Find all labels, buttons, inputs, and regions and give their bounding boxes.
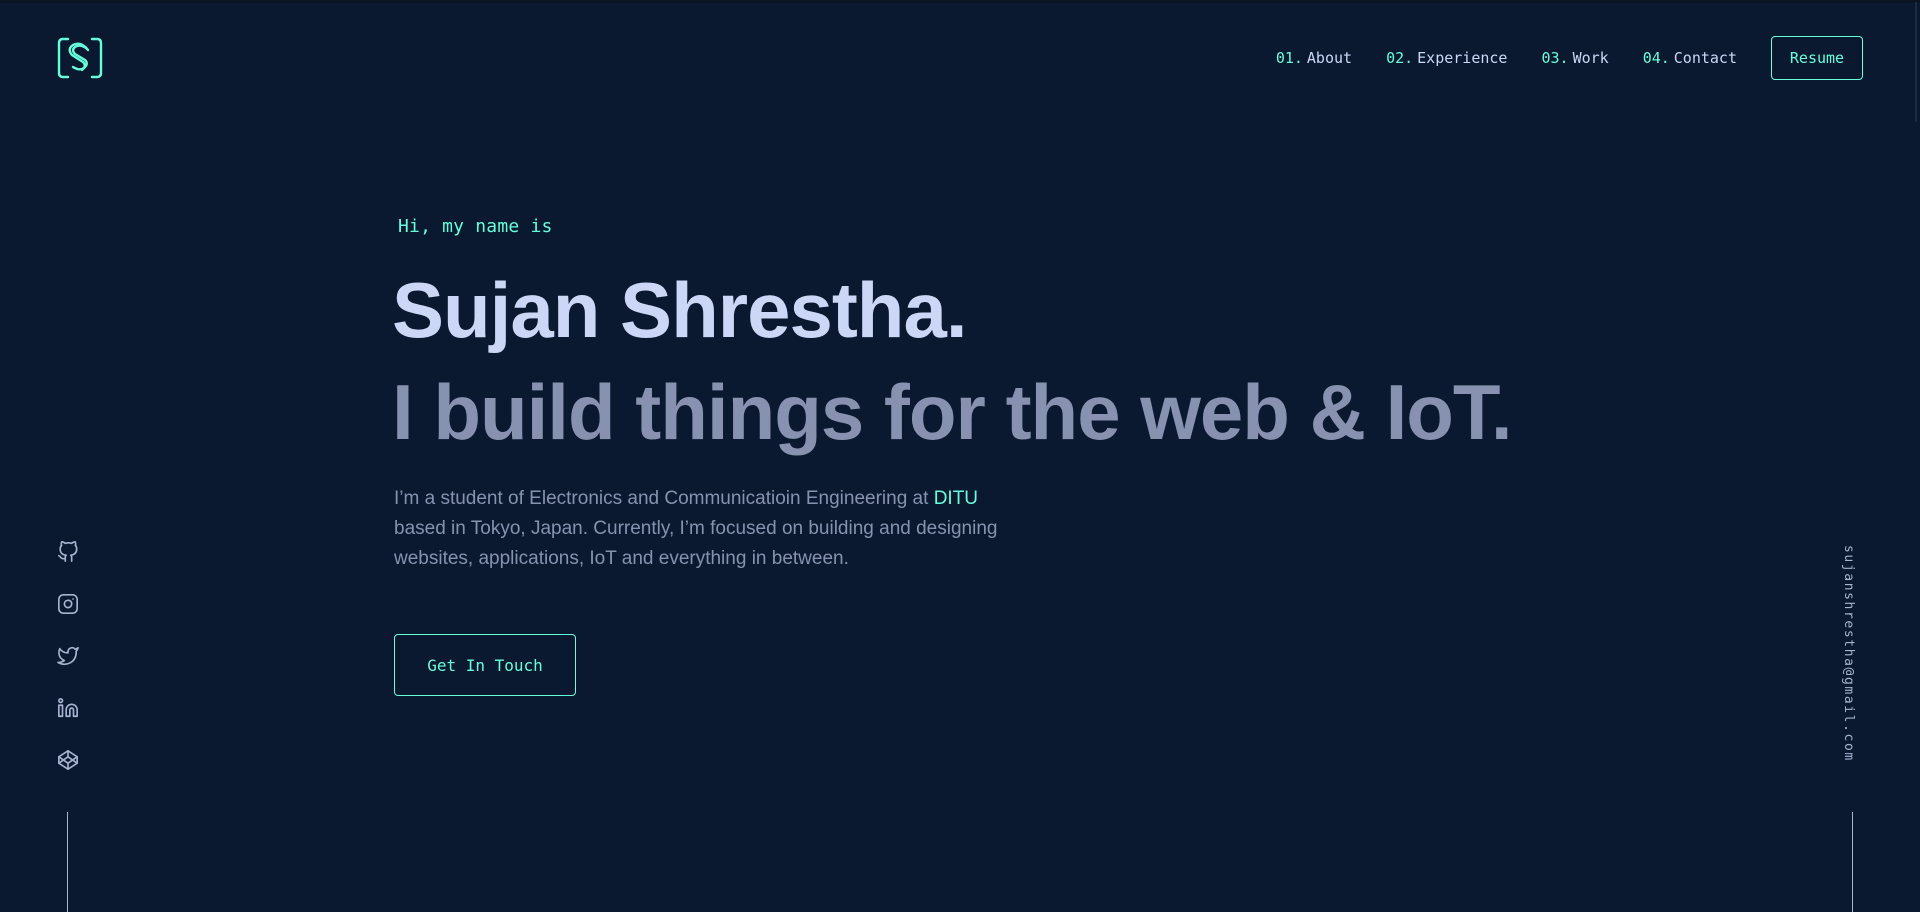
bio-text: based in Tokyo, Japan. Currently, I’m fo… <box>394 518 998 569</box>
hero-tagline: I build things for the web & IoT. <box>392 368 1513 456</box>
nav-number: 03. <box>1541 49 1569 67</box>
instagram-icon[interactable] <box>56 592 80 616</box>
resume-button[interactable]: Resume <box>1771 36 1863 80</box>
nav-label: Work <box>1572 49 1609 67</box>
codepen-icon[interactable] <box>56 748 80 772</box>
nav-item-experience[interactable]: 02. Experience <box>1386 49 1507 67</box>
scrollbar[interactable] <box>1915 2 1917 122</box>
top-edge <box>0 0 1920 3</box>
hero-greeting: Hi, my name is <box>398 216 553 237</box>
nav-number: 02. <box>1386 49 1414 67</box>
nav-label: About <box>1306 49 1353 67</box>
main-nav: 01. About 02. Experience 03. Work 04. Contac… <box>1276 36 1863 80</box>
nav-item-contact[interactable]: 04. Contact <box>1643 49 1737 67</box>
github-icon[interactable] <box>56 540 80 564</box>
right-vertical-line <box>1852 812 1853 912</box>
logo-icon[interactable] <box>56 36 104 80</box>
nav-number: 01. <box>1275 49 1303 67</box>
nav-item-work[interactable]: 03. Work <box>1541 49 1608 67</box>
left-vertical-line <box>67 812 68 912</box>
social-links <box>56 540 80 800</box>
nav-label: Experience <box>1417 49 1508 67</box>
school-link[interactable]: DITU <box>934 488 978 509</box>
bio-text: I’m a student of Electronics and Communi… <box>394 488 934 509</box>
linkedin-icon[interactable] <box>56 696 80 720</box>
nav-label: Contact <box>1673 49 1737 67</box>
twitter-icon[interactable] <box>56 644 80 668</box>
nav-number: 04. <box>1642 49 1670 67</box>
hero-bio: I’m a student of Electronics and Communi… <box>394 484 1034 574</box>
get-in-touch-button[interactable]: Get In Touch <box>394 634 576 696</box>
email-link[interactable]: sujanshrestha@gmail.com <box>1841 545 1856 762</box>
hero-name: Sujan Shrestha. <box>392 266 967 354</box>
nav-item-about[interactable]: 01. About <box>1276 49 1352 67</box>
